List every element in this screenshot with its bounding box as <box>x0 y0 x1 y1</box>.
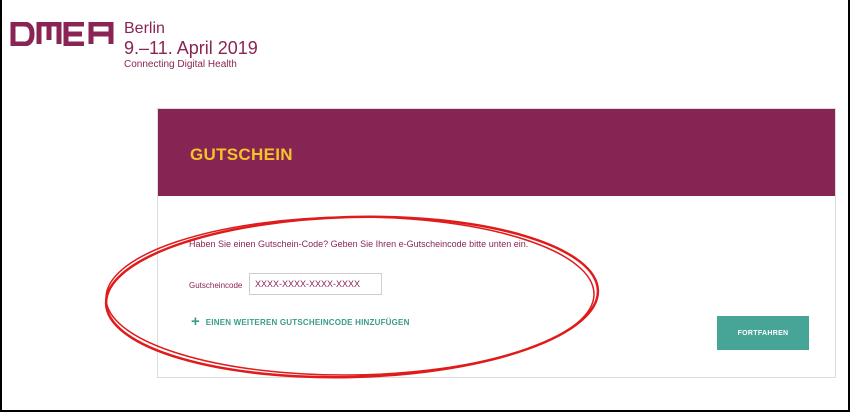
voucher-intro-text: Haben Sie einen Gutschein-Code? Geben Si… <box>189 239 529 249</box>
brand-header: Berlin 9.–11. April 2019 Connecting Digi… <box>10 20 258 71</box>
add-voucher-link[interactable]: + EINEN WEITEREN GUTSCHEINCODE HINZUFÜGE… <box>191 313 410 330</box>
continue-button[interactable]: FORTFAHREN <box>717 316 809 350</box>
add-voucher-label: EINEN WEITEREN GUTSCHEINCODE HINZUFÜGEN <box>205 317 410 327</box>
event-date: 9.–11. April 2019 <box>124 38 258 58</box>
voucher-code-input[interactable] <box>249 273 382 295</box>
plus-icon: + <box>191 313 200 330</box>
voucher-title: GUTSCHEIN <box>190 145 293 164</box>
event-tagline: Connecting Digital Health <box>124 59 237 70</box>
voucher-code-label: Gutscheincode <box>189 281 243 290</box>
voucher-header: GUTSCHEIN <box>158 109 835 196</box>
dmea-logo <box>10 22 114 46</box>
event-city: Berlin <box>124 20 165 37</box>
event-info: Berlin 9.–11. April 2019 Connecting Digi… <box>124 20 258 71</box>
voucher-panel: GUTSCHEIN Haben Sie einen Gutschein-Code… <box>157 108 836 378</box>
